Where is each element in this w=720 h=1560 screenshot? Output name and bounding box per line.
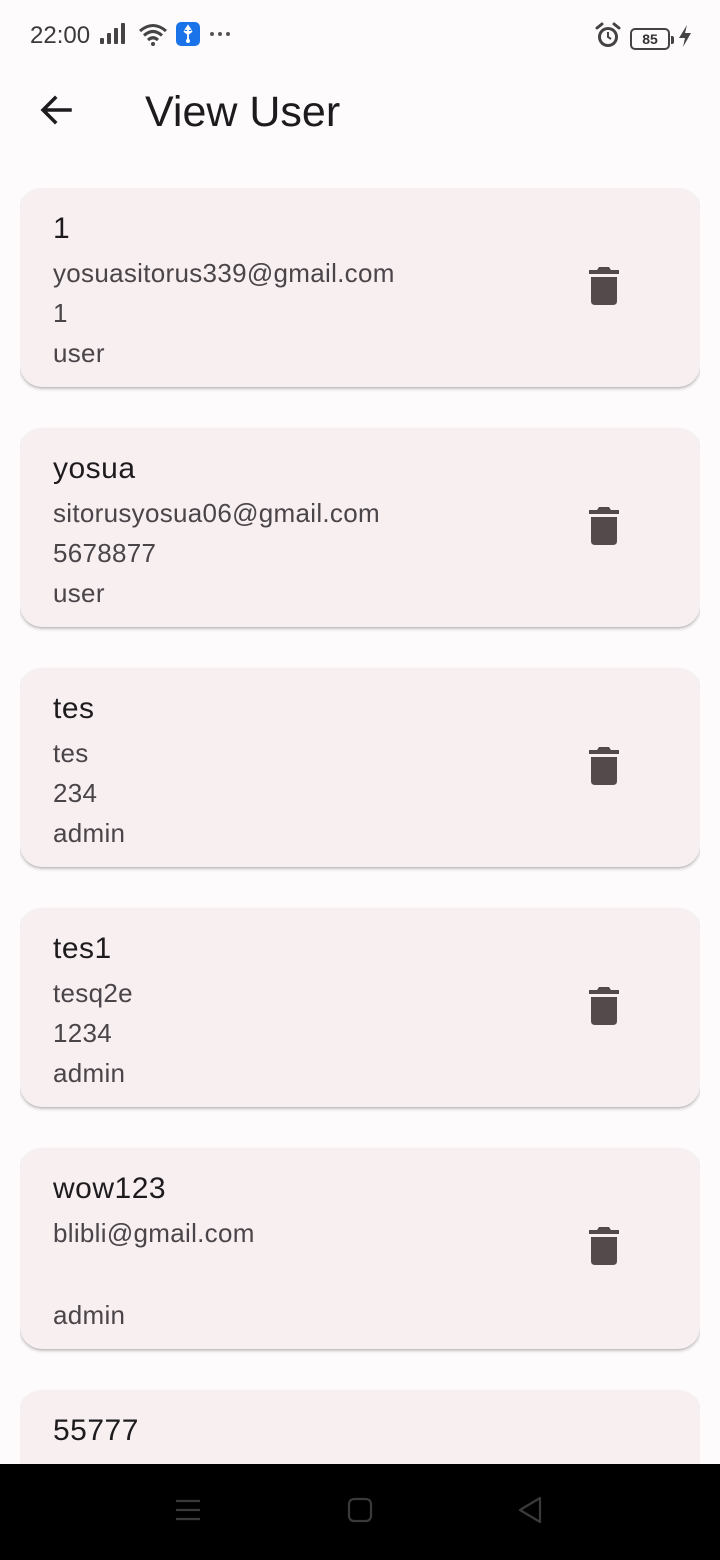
home-icon [346,1496,374,1529]
user-email: tes [53,738,89,768]
user-phone: 234 [53,778,98,808]
user-card[interactable]: tes1 tesq2e 1234 admin [20,908,700,1107]
nav-home-button[interactable] [336,1492,384,1532]
user-role: admin [53,818,126,848]
nav-recents-button[interactable] [164,1492,212,1532]
delete-button[interactable] [580,980,628,1036]
user-name: tes1 [53,932,112,965]
status-right-icons: 85 [594,22,692,55]
user-email: tesq2e [53,978,133,1008]
delete-icon [589,746,619,790]
user-name: yosua [53,452,136,485]
user-role: user [53,578,105,608]
battery-level: 85 [642,30,658,47]
back-button[interactable] [26,86,86,138]
more-icon [208,22,232,51]
usb-icon [176,22,200,51]
arrow-back-icon [36,90,76,135]
delete-button[interactable] [580,260,628,316]
user-phone: 5678877 [53,538,157,568]
status-bar: 22:00 85 [0,0,720,72]
user-phone: 1234 [53,1018,113,1048]
delete-icon [589,986,619,1030]
user-role: user [53,338,105,368]
status-left-icons [98,22,232,51]
user-card[interactable]: 55777 [20,1390,700,1464]
user-card[interactable]: tes tes 234 admin [20,668,700,867]
user-name: wow123 [53,1172,167,1205]
battery-icon: 85 [630,27,674,50]
user-email: blibli@gmail.com [53,1218,255,1248]
user-card[interactable]: yosua sitorusyosua06@gmail.com 5678877 u… [20,428,700,627]
user-email: sitorusyosua06@gmail.com [53,498,380,528]
user-name: tes [53,692,95,725]
wifi-icon [138,22,168,51]
delete-icon [589,1226,619,1270]
delete-button[interactable] [580,1220,628,1276]
charging-icon [678,24,692,53]
user-phone: 1 [53,298,68,328]
status-time: 22:00 [30,22,91,49]
user-name: 1 [53,212,71,245]
page-title: View User [145,88,341,136]
user-card[interactable]: wow123 blibli@gmail.com admin [20,1148,700,1349]
delete-icon [589,506,619,550]
user-name: 55777 [53,1414,139,1447]
back-icon [516,1495,544,1530]
menu-icon [174,1498,202,1527]
user-role: admin [53,1300,126,1330]
user-list[interactable]: 1 yosuasitorus339@gmail.com 1 user yosua… [20,188,700,1464]
nav-back-button[interactable] [506,1492,554,1532]
system-nav-bar [0,1464,720,1560]
user-card[interactable]: 1 yosuasitorus339@gmail.com 1 user [20,188,700,387]
user-role: admin [53,1058,126,1088]
delete-button[interactable] [580,500,628,556]
delete-icon [589,266,619,310]
delete-button[interactable] [580,740,628,796]
user-email: yosuasitorus339@gmail.com [53,258,395,288]
app-bar: View User [0,72,720,152]
alarm-icon [594,22,622,55]
signal-icon [98,22,130,51]
